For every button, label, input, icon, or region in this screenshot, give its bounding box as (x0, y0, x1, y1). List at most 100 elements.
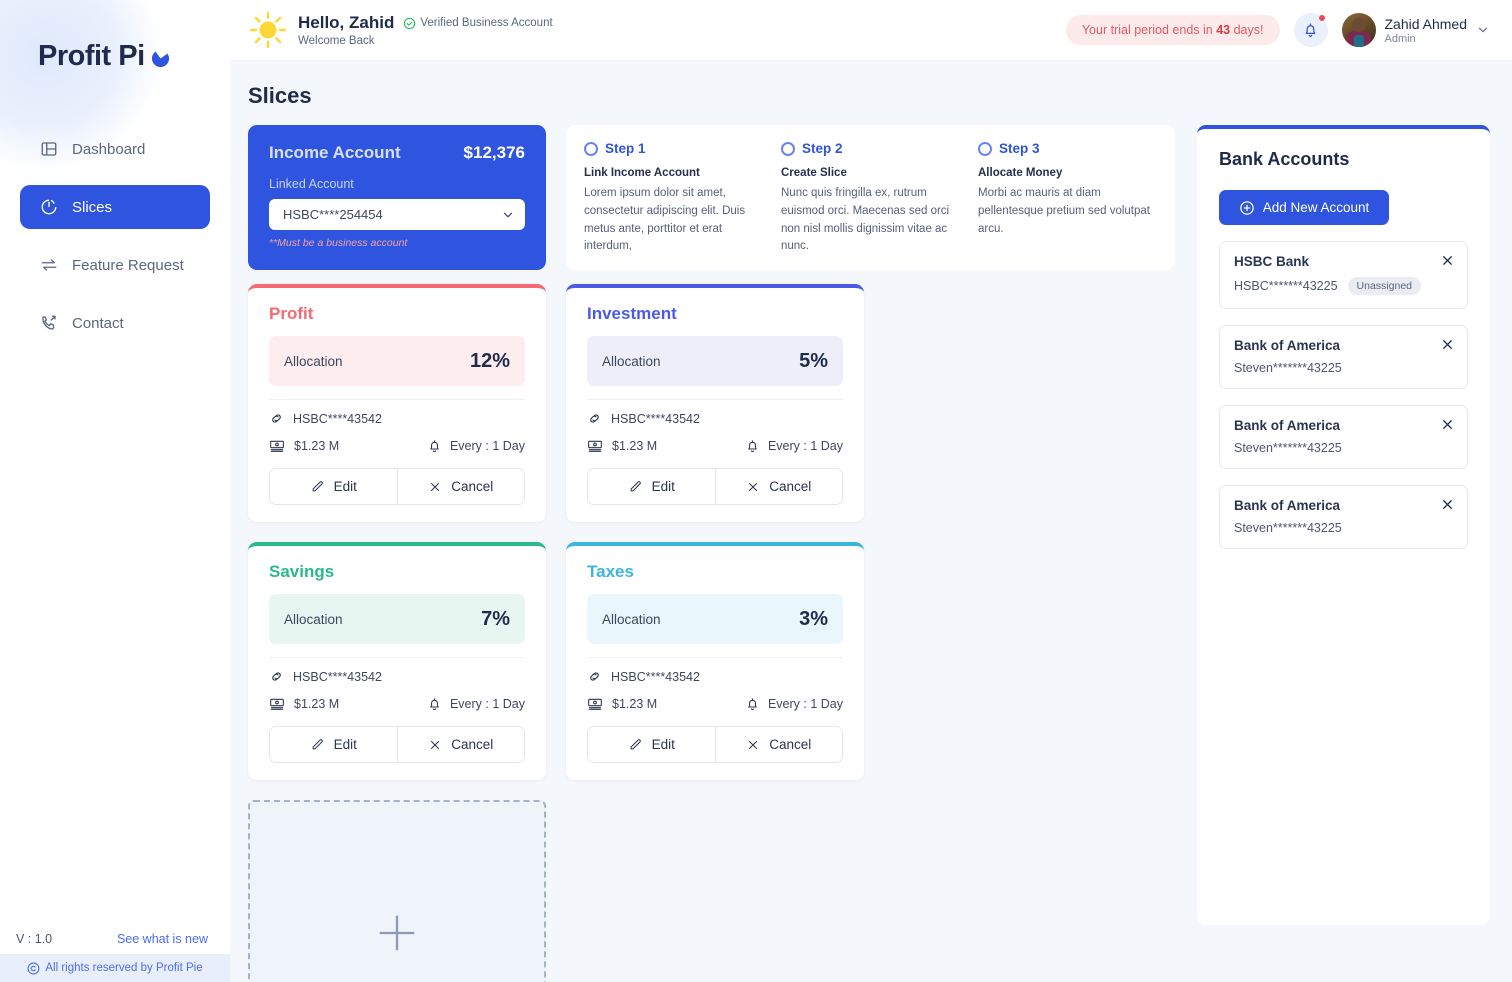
slice-frequency: Every : 1 Day (768, 697, 843, 711)
bank-accounts-list: HSBC BankHSBC*******43225Unassigned Bank … (1219, 241, 1468, 549)
link-icon (269, 669, 284, 684)
bank-account-sub: Steven*******43225 (1234, 521, 1453, 535)
user-menu[interactable]: Zahid Ahmed Admin (1342, 13, 1491, 47)
slice-frequency: Every : 1 Day (450, 439, 525, 453)
top-row: Income Account $12,376 Linked Account HS… (248, 125, 1175, 270)
topbar: Hello, Zahid Verified Business Account W… (230, 0, 1512, 61)
linked-account-select[interactable]: HSBC****254454 (269, 199, 525, 230)
bank-account-item[interactable]: Bank of America Steven*******43225 (1219, 405, 1468, 469)
link-icon (269, 411, 284, 426)
cancel-label: Cancel (451, 737, 493, 752)
steps-card: Step 1 Link Income Account Lorem ipsum d… (566, 125, 1175, 270)
greeting-title: Hello, Zahid (298, 13, 394, 33)
pencil-icon (310, 479, 325, 494)
user-role: Admin (1385, 33, 1468, 45)
add-slice-placeholder[interactable] (248, 800, 546, 982)
bank-account-number: Steven*******43225 (1234, 441, 1342, 455)
sidebar-item-feature-request[interactable]: Feature Request (20, 243, 210, 287)
edit-button[interactable]: Edit (270, 469, 397, 504)
status-badge: Unassigned (1348, 277, 1421, 295)
linked-account-label: Linked Account (269, 177, 525, 191)
allocation-value: 12% (470, 350, 510, 373)
slice-card: ProfitAllocation12%HSBC****43542$1.23 ME… (248, 284, 546, 522)
slice-card: TaxesAllocation3%HSBC****43542$1.23 MEve… (566, 542, 864, 780)
sidebar: Profit Pi Dashboard Slices (0, 0, 230, 982)
bell-icon (745, 697, 760, 712)
income-account-card: Income Account $12,376 Linked Account HS… (248, 125, 546, 270)
welcome-text: Welcome Back (298, 35, 553, 47)
pencil-icon (310, 737, 325, 752)
allocation-label: Allocation (284, 612, 343, 627)
edit-button[interactable]: Edit (270, 727, 397, 762)
step-number: Step 1 (605, 141, 646, 156)
bank-account-sub: Steven*******43225 (1234, 361, 1453, 375)
bank-accounts-title: Bank Accounts (1219, 149, 1468, 170)
banknote-icon (587, 438, 603, 454)
sidebar-item-slices[interactable]: Slices (20, 185, 210, 229)
cancel-button[interactable]: Cancel (715, 727, 843, 762)
notifications-button[interactable] (1294, 13, 1328, 47)
step-number: Step 2 (802, 141, 843, 156)
remove-account-button[interactable] (1440, 497, 1455, 512)
pie-chart-icon (40, 198, 58, 216)
cancel-button[interactable]: Cancel (397, 469, 525, 504)
allocation-label: Allocation (284, 354, 343, 369)
trial-suffix: days! (1234, 23, 1264, 37)
slice-actions: Edit Cancel (269, 726, 525, 763)
slice-amount: $1.23 M (294, 439, 339, 453)
add-new-account-label: Add New Account (1263, 200, 1370, 215)
banknote-icon (269, 696, 285, 712)
chevron-down-icon[interactable] (1476, 23, 1490, 37)
slice-card: SavingsAllocation7%HSBC****43542$1.23 ME… (248, 542, 546, 780)
step-title: Link Income Account (584, 167, 763, 179)
cancel-label: Cancel (769, 479, 811, 494)
remove-account-button[interactable] (1440, 417, 1455, 432)
arrows-exchange-icon (40, 256, 58, 274)
cancel-button[interactable]: Cancel (715, 469, 843, 504)
step-title: Create Slice (781, 167, 960, 179)
sun-icon (248, 10, 288, 50)
bell-icon (427, 439, 442, 454)
step-circle-icon (781, 142, 795, 156)
copyright-icon (27, 962, 40, 975)
sidebar-item-dashboard[interactable]: Dashboard (20, 127, 210, 171)
add-new-account-button[interactable]: Add New Account (1219, 190, 1389, 225)
divider (269, 399, 525, 400)
edit-button[interactable]: Edit (588, 727, 715, 762)
whats-new-link[interactable]: See what is new (117, 932, 208, 946)
amount-frequency-row: $1.23 MEvery : 1 Day (269, 696, 525, 712)
step-body: Lorem ipsum dolor sit amet, consectetur … (584, 185, 763, 256)
bank-account-name: Bank of America (1234, 418, 1453, 433)
sidebar-item-contact[interactable]: Contact (20, 301, 210, 345)
amount-frequency-row: $1.23 MEvery : 1 Day (587, 438, 843, 454)
allocation-value: 7% (481, 608, 510, 631)
remove-account-button[interactable] (1440, 253, 1455, 268)
allocation-label: Allocation (602, 354, 661, 369)
step-body: Morbi ac mauris at diam pellentesque pre… (978, 185, 1157, 238)
slice-actions: Edit Cancel (587, 468, 843, 505)
frequency-group: Every : 1 Day (427, 439, 525, 454)
remove-account-button[interactable] (1440, 337, 1455, 352)
layout-dashboard-icon (40, 140, 58, 158)
bank-account-item[interactable]: Bank of AmericaSteven*******43225 (1219, 325, 1468, 389)
bell-icon (1302, 22, 1319, 39)
edit-button[interactable]: Edit (588, 469, 715, 504)
income-header: Income Account $12,376 (269, 143, 525, 163)
slice-amount: $1.23 M (612, 439, 657, 453)
allocation-value: 5% (799, 350, 828, 373)
edit-label: Edit (652, 737, 675, 752)
bank-account-item[interactable]: Bank of AmericaSteven*******43225 (1219, 485, 1468, 549)
chevron-down-icon (501, 208, 515, 222)
content-area: Slices Income Account $12,376 Linked Acc… (230, 61, 1512, 982)
cancel-button[interactable]: Cancel (397, 727, 525, 762)
slice-title: Taxes (587, 562, 843, 582)
bank-account-name: HSBC Bank (1234, 254, 1453, 269)
x-icon (428, 480, 442, 494)
amount-frequency-row: $1.23 M Every : 1 Day (269, 438, 525, 454)
step-circle-icon (978, 142, 992, 156)
step-number: Step 3 (999, 141, 1040, 156)
version-label: V : 1.0 (16, 932, 52, 946)
brand-logo: Profit Pi (0, 0, 230, 73)
step-title: Allocate Money (978, 167, 1157, 179)
bank-account-item[interactable]: HSBC BankHSBC*******43225Unassigned (1219, 241, 1468, 309)
